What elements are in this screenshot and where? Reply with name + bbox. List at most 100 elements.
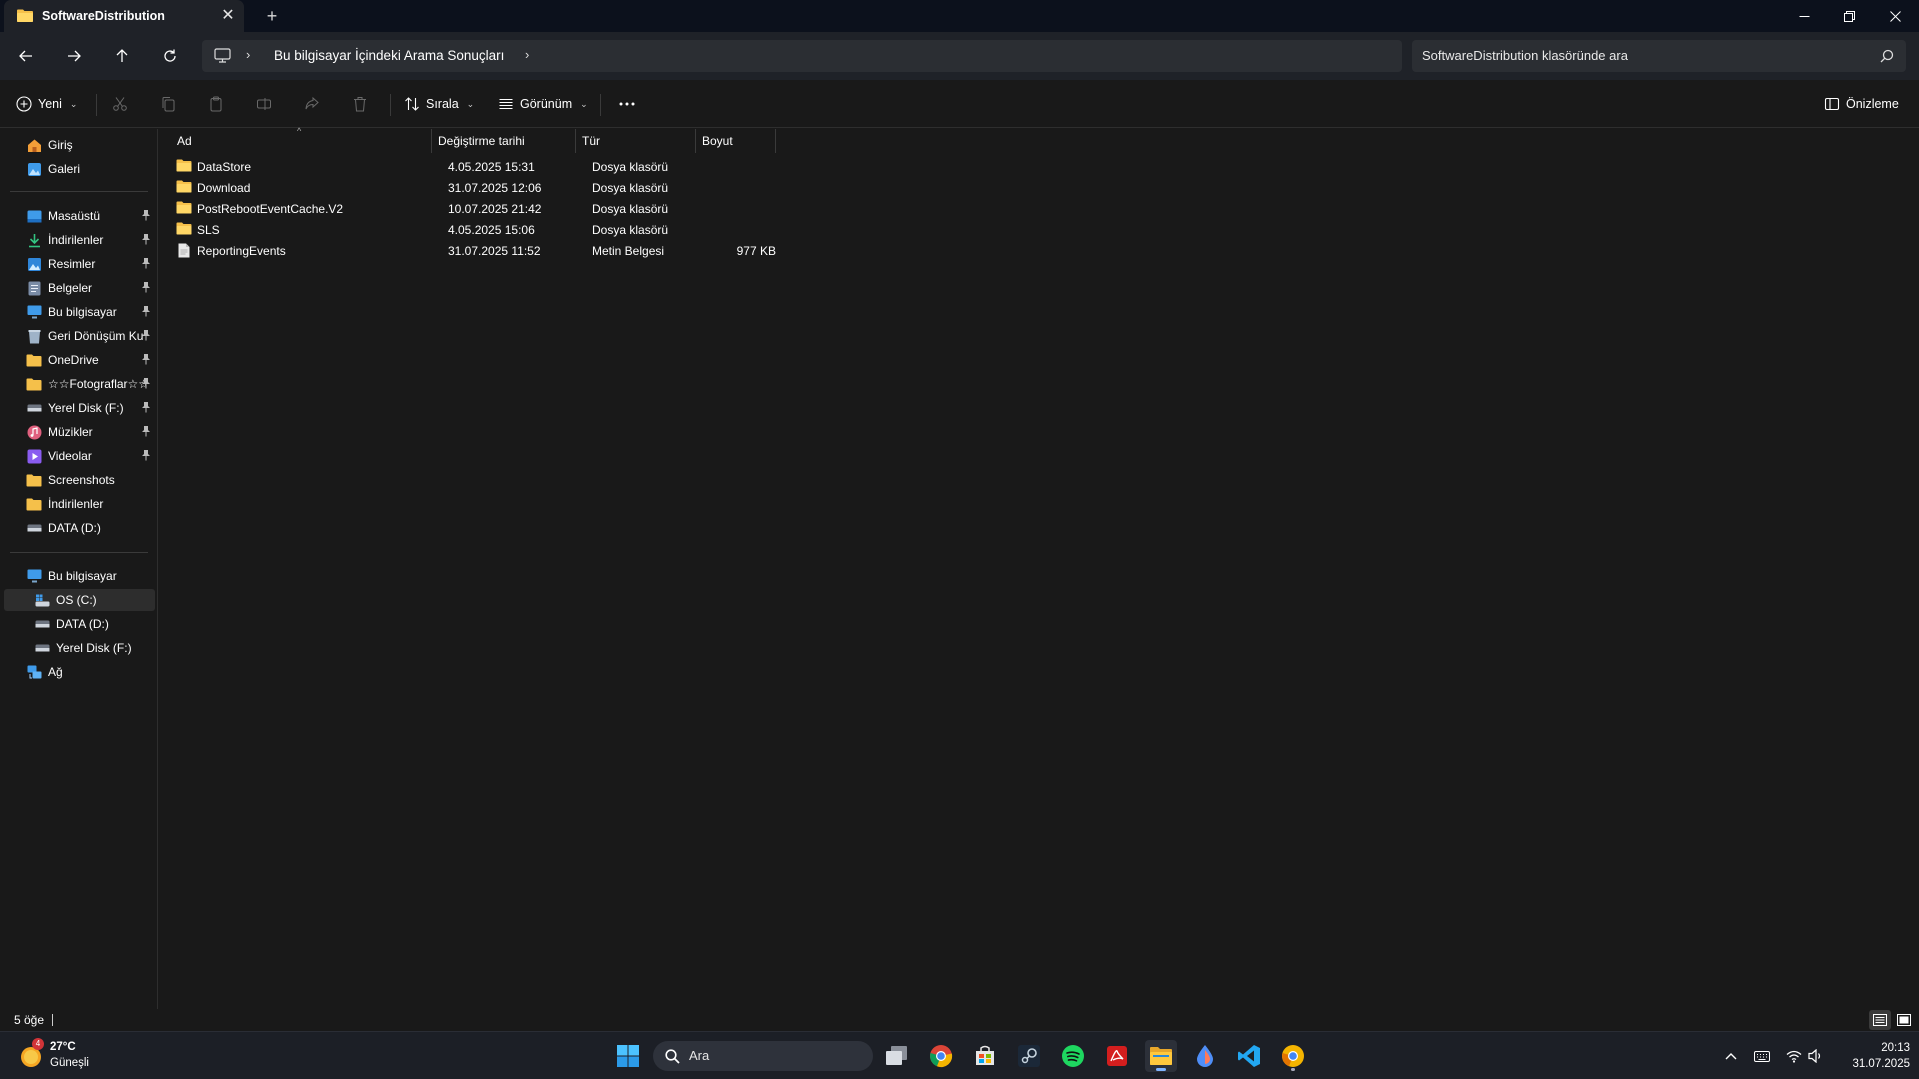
refresh-button[interactable] bbox=[156, 42, 184, 70]
restore-button[interactable] bbox=[1826, 0, 1872, 32]
view-button[interactable]: Görünüm ⌄ bbox=[498, 92, 588, 116]
minimize-button[interactable] bbox=[1781, 0, 1827, 32]
sidebar-item-gallery[interactable]: Galeri bbox=[4, 158, 155, 180]
column-header-name[interactable]: Ad bbox=[171, 129, 433, 153]
file-row[interactable]: PostRebootEventCache.V2 10.07.2025 21:42… bbox=[169, 199, 935, 220]
details-view-button[interactable] bbox=[1869, 1010, 1891, 1030]
column-header-type[interactable]: Tür bbox=[576, 129, 696, 153]
cut-icon[interactable] bbox=[110, 94, 130, 114]
pin-icon[interactable] bbox=[141, 209, 151, 221]
sidebar-item-network[interactable]: Ağ bbox=[4, 661, 155, 683]
sidebar-item-videos[interactable]: Videolar bbox=[4, 445, 155, 467]
steam-button[interactable] bbox=[1013, 1040, 1045, 1072]
clock[interactable]: 20:13 31.07.2025 bbox=[1850, 1040, 1910, 1072]
chrome-button[interactable] bbox=[925, 1040, 957, 1072]
chevron-right-icon[interactable]: › bbox=[525, 47, 529, 62]
pin-icon[interactable] bbox=[141, 305, 151, 317]
new-button[interactable]: Yeni ⌄ bbox=[16, 92, 77, 116]
file-row[interactable]: DataStore 4.05.2025 15:31 Dosya klasörü bbox=[169, 157, 935, 178]
preview-label: Önizleme bbox=[1846, 97, 1899, 111]
keyboard-button[interactable] bbox=[1752, 1046, 1772, 1066]
sidebar-item-pictures[interactable]: Resimler bbox=[4, 253, 155, 275]
sidebar-item-os-c[interactable]: OS (C:) bbox=[4, 589, 155, 611]
pin-icon[interactable] bbox=[141, 377, 151, 389]
desktop-icon bbox=[26, 208, 42, 224]
file-row[interactable]: Download 31.07.2025 12:06 Dosya klasörü bbox=[169, 178, 935, 199]
wifi-button[interactable] bbox=[1784, 1046, 1804, 1066]
delete-icon[interactable] bbox=[350, 94, 370, 114]
microsoft-store-button[interactable] bbox=[969, 1040, 1001, 1072]
weather-widget[interactable]: 4 27°C Güneşli bbox=[18, 1038, 138, 1072]
sidebar-item-home[interactable]: Giriş bbox=[4, 134, 155, 156]
paint-drop-icon bbox=[1197, 1045, 1213, 1067]
sort-button[interactable]: Sırala ⌄ bbox=[404, 92, 474, 116]
preview-pane-icon bbox=[1824, 97, 1840, 111]
file-row[interactable]: SLS 4.05.2025 15:06 Dosya klasörü bbox=[169, 220, 935, 241]
column-divider[interactable] bbox=[775, 129, 776, 153]
tiles-view-icon bbox=[1897, 1014, 1911, 1026]
paint-button[interactable] bbox=[1189, 1040, 1221, 1072]
spotify-button[interactable] bbox=[1057, 1040, 1089, 1072]
pin-icon[interactable] bbox=[141, 425, 151, 437]
tab-software-distribution[interactable]: SoftwareDistribution ✕ bbox=[4, 0, 244, 32]
pin-icon[interactable] bbox=[141, 449, 151, 461]
pin-icon[interactable] bbox=[141, 401, 151, 413]
file-row[interactable]: ReportingEvents 31.07.2025 11:52 Metin B… bbox=[169, 241, 935, 262]
volume-button[interactable] bbox=[1806, 1046, 1826, 1066]
sidebar-item-indirilenler-folder[interactable]: İndirilenler bbox=[4, 493, 155, 515]
pin-icon[interactable] bbox=[141, 329, 151, 341]
search-input[interactable]: SoftwareDistribution klasöründe ara bbox=[1412, 40, 1906, 72]
start-button[interactable] bbox=[612, 1040, 644, 1072]
breadcrumb-search-results[interactable]: Bu bilgisayar İçindeki Arama Sonuçları bbox=[274, 48, 504, 63]
chrome-canary-button[interactable] bbox=[1277, 1040, 1309, 1072]
sidebar-item-this-pc[interactable]: Bu bilgisayar bbox=[4, 565, 155, 587]
gallery-icon bbox=[26, 161, 42, 177]
sidebar-item-desktop[interactable]: Masaüstü bbox=[4, 205, 155, 227]
file-explorer-icon bbox=[1150, 1047, 1172, 1065]
sidebar-item-fotograflar[interactable]: ☆☆Fotograflar☆☆ bbox=[4, 373, 155, 395]
divider bbox=[10, 191, 148, 192]
back-button[interactable] bbox=[12, 42, 40, 70]
chevron-right-icon[interactable]: › bbox=[246, 47, 250, 62]
sidebar-item-data-d-quick[interactable]: DATA (D:) bbox=[4, 517, 155, 539]
close-window-button[interactable] bbox=[1872, 0, 1918, 32]
share-icon[interactable] bbox=[302, 94, 322, 114]
search-icon[interactable] bbox=[1880, 49, 1894, 63]
sidebar-item-downloads[interactable]: İndirilenler bbox=[4, 229, 155, 251]
show-hidden-icons-button[interactable] bbox=[1721, 1046, 1741, 1066]
rename-icon[interactable] bbox=[254, 94, 274, 114]
sidebar-item-documents[interactable]: Belgeler bbox=[4, 277, 155, 299]
sidebar-item-screenshots[interactable]: Screenshots bbox=[4, 469, 155, 491]
acrobat-button[interactable] bbox=[1101, 1040, 1133, 1072]
file-name: Download bbox=[197, 181, 251, 195]
tab-title: SoftwareDistribution bbox=[42, 9, 165, 23]
large-icons-view-button[interactable] bbox=[1893, 1010, 1915, 1030]
sidebar-item-local-disk-f[interactable]: Yerel Disk (F:) bbox=[4, 397, 155, 419]
sidebar-item-this-pc-pinned[interactable]: Bu bilgisayar bbox=[4, 301, 155, 323]
up-button[interactable] bbox=[108, 42, 136, 70]
vscode-button[interactable] bbox=[1233, 1040, 1265, 1072]
column-header-size[interactable]: Boyut bbox=[696, 129, 776, 153]
task-view-button[interactable] bbox=[881, 1040, 913, 1072]
pin-icon[interactable] bbox=[141, 233, 151, 245]
column-header-modified[interactable]: Değiştirme tarihi bbox=[432, 129, 549, 153]
forward-button[interactable] bbox=[60, 42, 88, 70]
address-field[interactable]: › Bu bilgisayar İçindeki Arama Sonuçları… bbox=[202, 40, 1402, 72]
close-tab-icon[interactable]: ✕ bbox=[218, 6, 238, 26]
preview-pane-button[interactable]: Önizleme bbox=[1824, 92, 1899, 116]
more-options-button[interactable] bbox=[618, 92, 636, 116]
sidebar-item-data-d[interactable]: DATA (D:) bbox=[4, 613, 155, 635]
pin-icon[interactable] bbox=[141, 281, 151, 293]
pin-icon[interactable] bbox=[141, 353, 151, 365]
sidebar-item-local-disk-f-drive[interactable]: Yerel Disk (F:) bbox=[4, 637, 155, 659]
pin-icon[interactable] bbox=[141, 257, 151, 269]
new-tab-button[interactable]: + bbox=[262, 6, 282, 26]
sidebar-item-onedrive[interactable]: OneDrive bbox=[4, 349, 155, 371]
file-explorer-button[interactable] bbox=[1145, 1040, 1177, 1072]
taskbar-search[interactable]: Ara bbox=[653, 1041, 873, 1071]
taskbar-search-label: Ara bbox=[689, 1048, 710, 1063]
paste-icon[interactable] bbox=[206, 94, 226, 114]
sidebar-item-music[interactable]: Müzikler bbox=[4, 421, 155, 443]
copy-icon[interactable] bbox=[158, 94, 178, 114]
sidebar-item-recycle-bin[interactable]: Geri Dönüşüm Ku bbox=[4, 325, 155, 347]
